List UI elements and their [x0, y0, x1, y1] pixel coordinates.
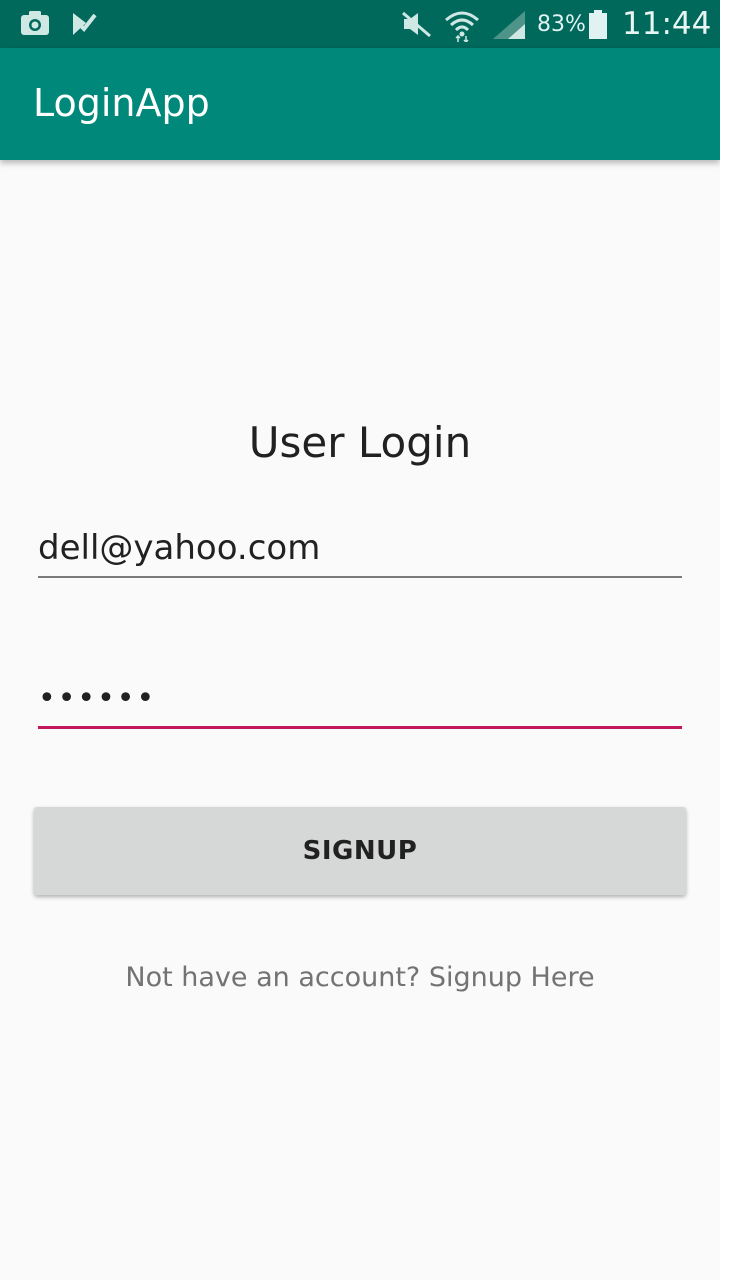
app-bar: LoginApp — [0, 48, 720, 160]
page-title: User Login — [248, 418, 472, 467]
email-field[interactable] — [38, 520, 682, 578]
screen: 83% 11:44 LoginApp User Login SIGNUP Not… — [0, 0, 720, 1280]
password-field[interactable] — [38, 670, 682, 729]
signal-icon — [493, 11, 525, 39]
status-time: 11:44 — [622, 6, 712, 42]
camera-icon — [21, 11, 49, 35]
battery-icon — [589, 10, 607, 39]
battery-percent: 83% — [537, 12, 586, 37]
signup-link[interactable]: Not have an account? Signup Here — [0, 962, 720, 993]
status-bar: 83% 11:44 — [0, 0, 720, 48]
wifi-icon — [445, 11, 479, 42]
signup-button[interactable]: SIGNUP — [34, 807, 686, 895]
download-check-icon — [73, 13, 97, 35]
mute-icon — [402, 11, 431, 38]
app-title: LoginApp — [33, 81, 210, 125]
